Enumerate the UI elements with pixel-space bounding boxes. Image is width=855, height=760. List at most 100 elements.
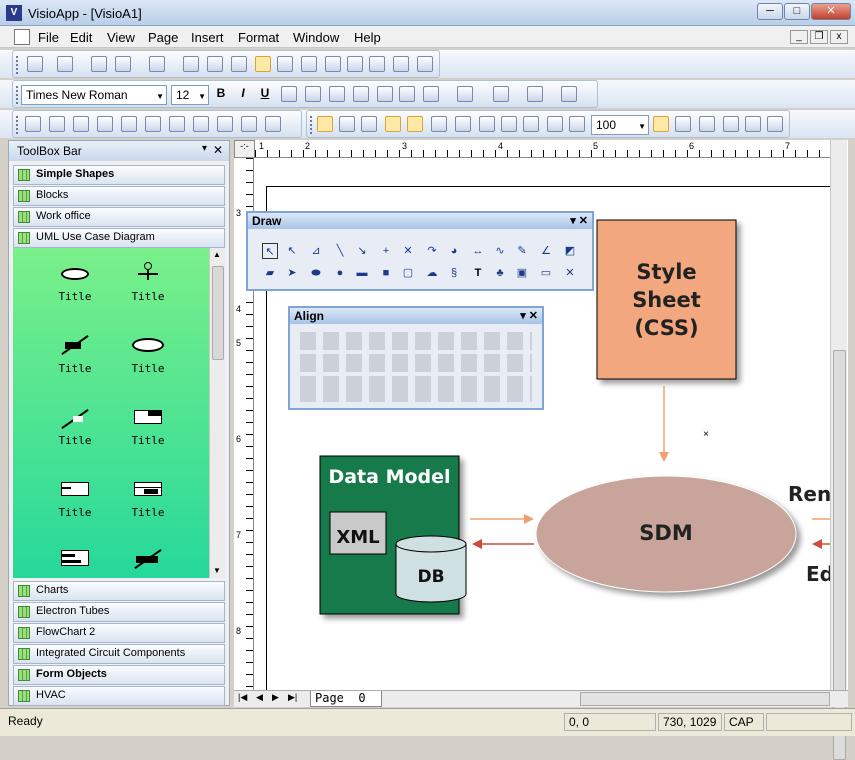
connector-2-icon[interactable] <box>49 116 65 132</box>
line-weight-icon[interactable] <box>527 86 543 102</box>
pan-zoom-icon[interactable] <box>767 116 783 132</box>
fill-color-icon[interactable] <box>493 86 509 102</box>
category-work-office[interactable]: Work office <box>13 207 225 227</box>
prev-page-icon[interactable]: ◀ <box>256 692 263 703</box>
justify-icon[interactable] <box>353 86 369 102</box>
plus-icon[interactable] <box>325 56 341 72</box>
copy-icon[interactable] <box>207 56 223 72</box>
shape-item[interactable] <box>45 548 105 576</box>
menu-window[interactable]: Window <box>293 30 339 45</box>
curve-icon[interactable]: ∠ <box>538 243 554 259</box>
align-center-icon[interactable] <box>305 86 321 102</box>
align-right-icon[interactable] <box>329 86 345 102</box>
shape-gallery-scrollbar[interactable]: ▲ ▼ <box>209 248 225 578</box>
select-icon[interactable] <box>361 116 377 132</box>
category-uml-use-case[interactable]: UML Use Case Diagram <box>13 228 225 248</box>
help-icon[interactable] <box>417 56 433 72</box>
connector-10-icon[interactable] <box>241 116 257 132</box>
connector-1-icon[interactable] <box>25 116 41 132</box>
scroll-up-icon[interactable]: ▲ <box>213 250 221 259</box>
frame-icon[interactable] <box>431 116 447 132</box>
layout-icon[interactable] <box>255 56 271 72</box>
toolbar-grip[interactable] <box>310 116 313 134</box>
connector-9-icon[interactable] <box>217 116 233 132</box>
close-button[interactable]: ✕ <box>811 3 851 20</box>
connector-6-icon[interactable] <box>145 116 161 132</box>
bold-button[interactable]: B <box>213 86 229 102</box>
toolbar-grip[interactable] <box>16 116 19 134</box>
category-charts[interactable]: Charts <box>13 581 225 601</box>
visio-app-icon[interactable]: V <box>6 5 22 21</box>
shape-item[interactable]: Title <box>45 478 105 519</box>
font-color-icon[interactable] <box>423 86 439 102</box>
rounded-rect-icon[interactable]: ▢ <box>400 265 416 281</box>
cross-icon[interactable]: + <box>378 243 394 259</box>
crop-icon[interactable] <box>301 56 317 72</box>
scatter-icon[interactable]: ✕ <box>400 243 416 259</box>
shrink-font-icon[interactable] <box>399 86 415 102</box>
mdi-close-button[interactable]: x <box>830 30 848 44</box>
fit-height-icon[interactable] <box>699 116 715 132</box>
align-left-icon[interactable] <box>281 86 297 102</box>
shape-ops-icon[interactable] <box>523 116 539 132</box>
mdi-minimize-button[interactable]: _ <box>790 30 808 44</box>
open-icon[interactable] <box>57 56 73 72</box>
ruler-corner[interactable]: -:- <box>234 140 255 158</box>
delete-icon[interactable]: ✕ <box>562 265 578 281</box>
toolbar-grip[interactable] <box>16 86 19 104</box>
shape-item[interactable]: Title <box>118 406 178 447</box>
minimize-button[interactable]: ─ <box>757 3 783 20</box>
connector-8-icon[interactable] <box>193 116 209 132</box>
shape-item[interactable]: Title <box>45 406 105 447</box>
category-form-objects[interactable]: Form Objects <box>13 665 225 685</box>
underline-button[interactable]: U <box>257 86 273 102</box>
pie-icon[interactable]: ◕ <box>446 243 462 259</box>
menu-insert[interactable]: Insert <box>191 30 224 45</box>
redo-icon[interactable] <box>149 56 165 72</box>
stamp-icon[interactable]: ♣ <box>492 265 508 281</box>
document-icon[interactable] <box>14 29 30 45</box>
freeform-icon[interactable]: ∿ <box>492 243 508 259</box>
rectangle-icon[interactable]: ▬ <box>354 265 370 281</box>
polygon-icon[interactable]: ⊿ <box>308 243 324 259</box>
grow-font-icon[interactable] <box>377 86 393 102</box>
category-simple-shapes[interactable]: Simple Shapes <box>13 165 225 185</box>
menu-format[interactable]: Format <box>238 30 279 45</box>
shape-item[interactable] <box>118 548 178 576</box>
new-icon[interactable] <box>27 56 43 72</box>
line-icon[interactable]: ╲ <box>332 243 348 259</box>
zoom-in-icon[interactable] <box>569 116 585 132</box>
maximize-button[interactable]: □ <box>784 3 810 20</box>
category-blocks[interactable]: Blocks <box>13 186 225 206</box>
draw-panel-title[interactable]: Draw ▾ ✕ <box>248 213 592 229</box>
picture-icon[interactable]: ▣ <box>514 265 530 281</box>
parallelogram-icon[interactable]: ▰ <box>262 265 278 281</box>
scroll-down-icon[interactable]: ▼ <box>213 566 221 575</box>
minus-icon[interactable] <box>347 56 363 72</box>
align-tool-grid[interactable] <box>300 332 532 402</box>
font-size-select[interactable]: 12 ▼ <box>171 85 209 105</box>
print-preview-icon[interactable] <box>369 56 385 72</box>
image-icon[interactable] <box>277 56 293 72</box>
shape-item[interactable]: Title <box>45 334 105 375</box>
menu-help[interactable]: Help <box>354 30 381 45</box>
menu-file[interactable]: File <box>38 30 59 45</box>
save-icon[interactable] <box>91 56 107 72</box>
horizontal-ruler[interactable]: 1 2 3 4 5 6 7 <box>255 140 845 158</box>
dimension-icon[interactable]: ↔ <box>470 243 486 259</box>
menu-edit[interactable]: Edit <box>70 30 92 45</box>
connector-3-icon[interactable] <box>73 116 89 132</box>
undo-icon[interactable] <box>115 56 131 72</box>
pointer-icon[interactable]: ↖ <box>262 243 278 259</box>
arrow-line-icon[interactable]: ↘ <box>354 243 370 259</box>
grid-icon[interactable] <box>339 116 355 132</box>
chart-icon[interactable] <box>317 116 333 132</box>
text-icon[interactable]: T <box>470 265 486 281</box>
shape-item[interactable]: Title <box>118 334 178 375</box>
zoom-out-icon[interactable] <box>547 116 563 132</box>
tab-page-0[interactable]: Page 0 <box>310 691 382 707</box>
last-page-icon[interactable]: ▶| <box>288 692 297 703</box>
chevron-shape-icon[interactable]: ➤ <box>284 265 300 281</box>
zoom-select[interactable]: 100 ▼ <box>591 115 649 135</box>
snap-icon[interactable] <box>385 116 401 132</box>
